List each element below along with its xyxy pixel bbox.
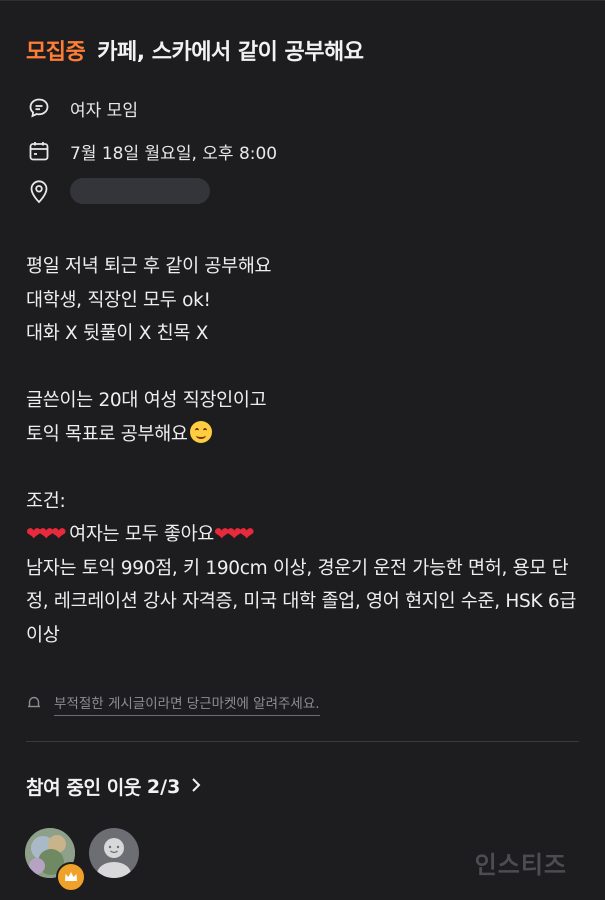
top-divider — [0, 0, 605, 1]
post-body: 평일 저녁 퇴근 후 같이 공부해요 대학생, 직장인 모두 ok! 대화 X … — [26, 250, 586, 652]
hearts-emoji-icon: ❤❤❤ — [214, 524, 254, 545]
post-title: 카페, 스카에서 같이 공부해요 — [97, 40, 364, 65]
men-condition-text: 남자는 토익 990점, 키 190cm 이상, 경운기 운전 가능한 면허, … — [26, 557, 577, 646]
location-pin-icon — [26, 178, 52, 204]
section-divider — [26, 741, 579, 742]
body-line: 글쓴이는 20대 여성 직장인이고 — [26, 390, 267, 411]
report-text: 부적절한 게시글이라면 당근마켓에 알려주세요. — [54, 692, 320, 716]
body-line: 대화 X 뒷풀이 X 친목 X — [26, 323, 209, 344]
chevron-right-icon — [190, 777, 202, 797]
location-row — [26, 178, 210, 204]
participant-avatar[interactable] — [89, 828, 139, 878]
watermark: 인스티즈 — [474, 851, 567, 879]
body-line: 대학생, 직장인 모두 ok! — [26, 289, 211, 311]
conditions-label: 조건: — [26, 490, 66, 512]
women-condition-line: ❤❤❤ 여자는 모두 좋아요❤❤❤ — [26, 524, 255, 545]
datetime-row: 7월 18일 월요일, 오후 8:00 — [26, 138, 277, 164]
participants-header-button[interactable]: 참여 중인 이웃 2/3 — [26, 773, 202, 800]
location-hidden-placeholder — [70, 178, 210, 204]
calendar-icon — [26, 138, 52, 164]
datetime-text: 7월 18일 월요일, 오후 8:00 — [70, 143, 278, 164]
participants-label: 참여 중인 이웃 — [26, 777, 141, 799]
recruiting-status-badge: 모집중 — [26, 40, 86, 65]
group-type-row: 여자 모임 — [26, 95, 138, 121]
post-header: 모집중 카페, 스카에서 같이 공부해요 — [26, 34, 364, 66]
chat-bubble-icon — [26, 95, 52, 121]
smiling-face-emoji-icon — [189, 420, 212, 443]
group-type-text: 여자 모임 — [70, 100, 138, 121]
body-line: 토익 목표로 공부해요 — [26, 418, 586, 452]
body-line: 평일 저녁 퇴근 후 같이 공부해요 — [26, 256, 272, 277]
bell-icon — [26, 694, 42, 714]
participants-count: 2/3 — [146, 775, 181, 798]
report-link[interactable]: 부적절한 게시글이라면 당근마켓에 알려주세요. — [26, 692, 320, 716]
hearts-emoji-icon: ❤❤❤ — [26, 524, 66, 545]
crown-icon — [56, 862, 86, 892]
